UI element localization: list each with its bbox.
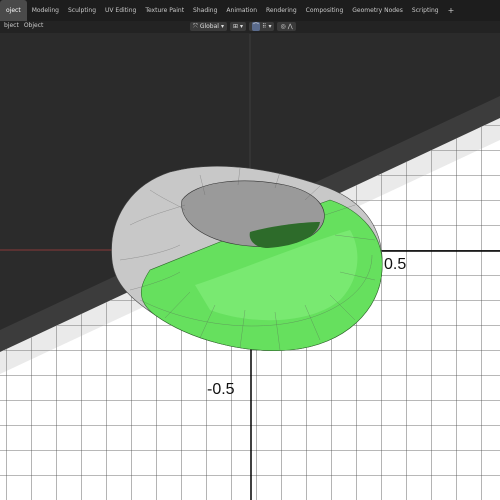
viewport-canvas[interactable] xyxy=(0,0,500,500)
graph-tick-label-negative: -0.5 xyxy=(207,381,235,398)
graph-tick-label-positive: 0.5 xyxy=(384,256,407,273)
